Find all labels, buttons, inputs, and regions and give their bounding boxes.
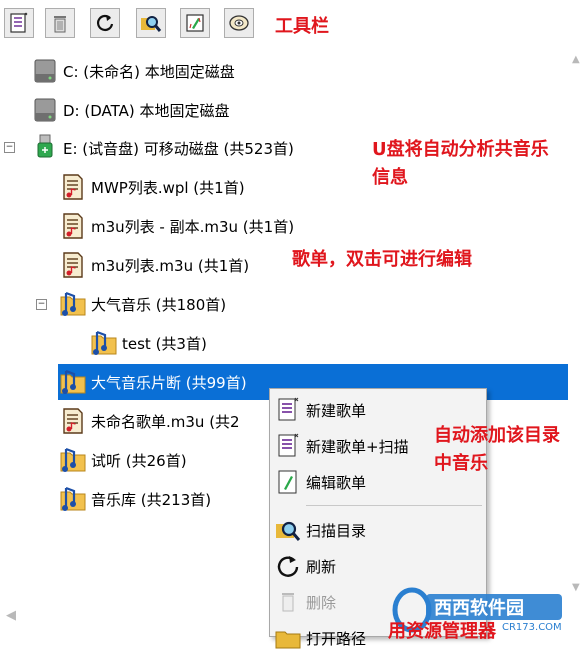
music-folder-icon <box>58 289 88 319</box>
tree-item-label: 试听 (共26首) <box>91 451 187 470</box>
menu-separator <box>306 505 482 506</box>
tree-item-playlist[interactable]: MWP列表.wpl (共1首) <box>58 169 245 205</box>
delete-icon <box>54 16 66 33</box>
edit-playlist-icon <box>274 468 302 496</box>
scan-folder-icon <box>274 516 302 544</box>
tree-item-label: test (共3首) <box>122 334 207 353</box>
tree-item-label: 大气音乐 (共180首) <box>91 295 227 314</box>
playlist-file-icon <box>58 250 88 280</box>
collapse-toggle[interactable]: − <box>36 299 47 310</box>
hard-drive-icon <box>30 95 60 125</box>
new-playlist-button[interactable] <box>4 8 34 38</box>
scan-icon <box>141 16 162 32</box>
playlist-file-icon <box>58 406 88 436</box>
tree-item-label: 未命名歌单.m3u (共2 <box>91 412 240 431</box>
menu-item-label: 刷新 <box>306 557 337 576</box>
playlist-annotation: 歌单，双击可进行编辑 <box>292 249 472 270</box>
delete-button[interactable] <box>45 8 75 38</box>
toolbar: 工具栏 <box>0 0 586 44</box>
vertical-scrollbar[interactable]: ▲ ▼ <box>568 44 586 600</box>
edit-button[interactable] <box>180 8 210 38</box>
scan-annotation: 自动添加该目录中音乐 <box>434 425 560 474</box>
tree-item-playlist[interactable]: m3u列表.m3u (共1首) <box>58 247 249 283</box>
menu-item-label: 扫描目录 <box>306 521 367 540</box>
music-folder-icon <box>58 445 88 475</box>
tree-item-drive-d[interactable]: D: (DATA) 本地固定磁盘 <box>30 92 230 128</box>
tree-item-drive-c[interactable]: C: (未命名) 本地固定磁盘 <box>30 53 235 89</box>
refresh-button[interactable] <box>90 8 120 38</box>
tree-item-playlist[interactable]: 未命名歌单.m3u (共2 <box>58 403 240 439</box>
tree-item-label: m3u列表.m3u (共1首) <box>91 256 250 275</box>
new-playlist-icon <box>10 12 28 33</box>
tree-item-label: C: (未命名) 本地固定磁盘 <box>63 62 235 81</box>
menu-item-scan-folder[interactable]: 扫描目录 <box>270 513 486 547</box>
tree-item-playlist[interactable]: m3u列表 - 副本.m3u (共1首) <box>58 208 294 244</box>
menu-item-label: 新建歌单 <box>306 401 367 420</box>
new-playlist-icon <box>274 396 302 424</box>
scroll-left-icon[interactable]: ◀ <box>6 608 16 623</box>
collapse-toggle[interactable]: − <box>4 142 15 153</box>
toolbar-annotation: 工具栏 <box>275 16 329 37</box>
menu-item-label: 编辑歌单 <box>306 473 367 492</box>
tree-item-label: 大气音乐片断 (共99首) <box>91 373 247 392</box>
tree-item-label: D: (DATA) 本地固定磁盘 <box>63 101 230 120</box>
edit-icon <box>186 14 204 32</box>
scroll-up-icon[interactable]: ▲ <box>572 54 580 65</box>
refresh-icon <box>274 552 302 580</box>
refresh-icon <box>97 14 114 31</box>
open-path-annotation: 用资源管理器 <box>388 621 496 642</box>
about-icon <box>229 15 249 31</box>
tree-item-drive-e[interactable]: E: (试音盘) 可移动磁盘 (共523首) <box>30 130 294 166</box>
tree-item-label: 音乐库 (共213首) <box>91 490 212 509</box>
playlist-file-icon <box>58 211 88 241</box>
new-playlist-scan-icon <box>274 432 302 460</box>
scan-button[interactable] <box>136 8 166 38</box>
music-folder-icon <box>58 367 88 397</box>
usb-annotation: U盘将自动分析共音乐信息 <box>372 139 549 188</box>
about-button[interactable] <box>224 8 254 38</box>
playlist-file-icon <box>58 172 88 202</box>
usb-drive-icon <box>30 133 60 163</box>
music-folder-icon <box>58 484 88 514</box>
tree-item-label: E: (试音盘) 可移动磁盘 (共523首) <box>63 139 294 158</box>
hard-drive-icon <box>30 56 60 86</box>
menu-item-refresh[interactable]: 刷新 <box>270 549 486 583</box>
tree-item-folder[interactable]: 大气音乐 (共180首) <box>58 286 226 322</box>
delete-icon <box>274 588 302 616</box>
menu-item-label: 删除 <box>306 593 337 612</box>
scroll-down-icon[interactable]: ▼ <box>572 582 580 593</box>
open-path-icon <box>274 624 302 652</box>
tree-item-label: MWP列表.wpl (共1首) <box>91 178 245 197</box>
watermark-brand: 西西软件园 <box>434 597 524 619</box>
menu-item-label: 新建歌单+扫描 <box>306 437 409 456</box>
watermark-site: CR173.COM <box>502 622 562 633</box>
tree-item-folder[interactable]: test (共3首) <box>89 325 207 361</box>
tree-item-folder[interactable]: 试听 (共26首) <box>58 442 187 478</box>
tree-item-label: m3u列表 - 副本.m3u (共1首) <box>91 217 295 236</box>
tree-item-folder[interactable]: 音乐库 (共213首) <box>58 481 211 517</box>
menu-item-label: 打开路径 <box>306 629 367 648</box>
music-folder-icon <box>89 328 119 358</box>
